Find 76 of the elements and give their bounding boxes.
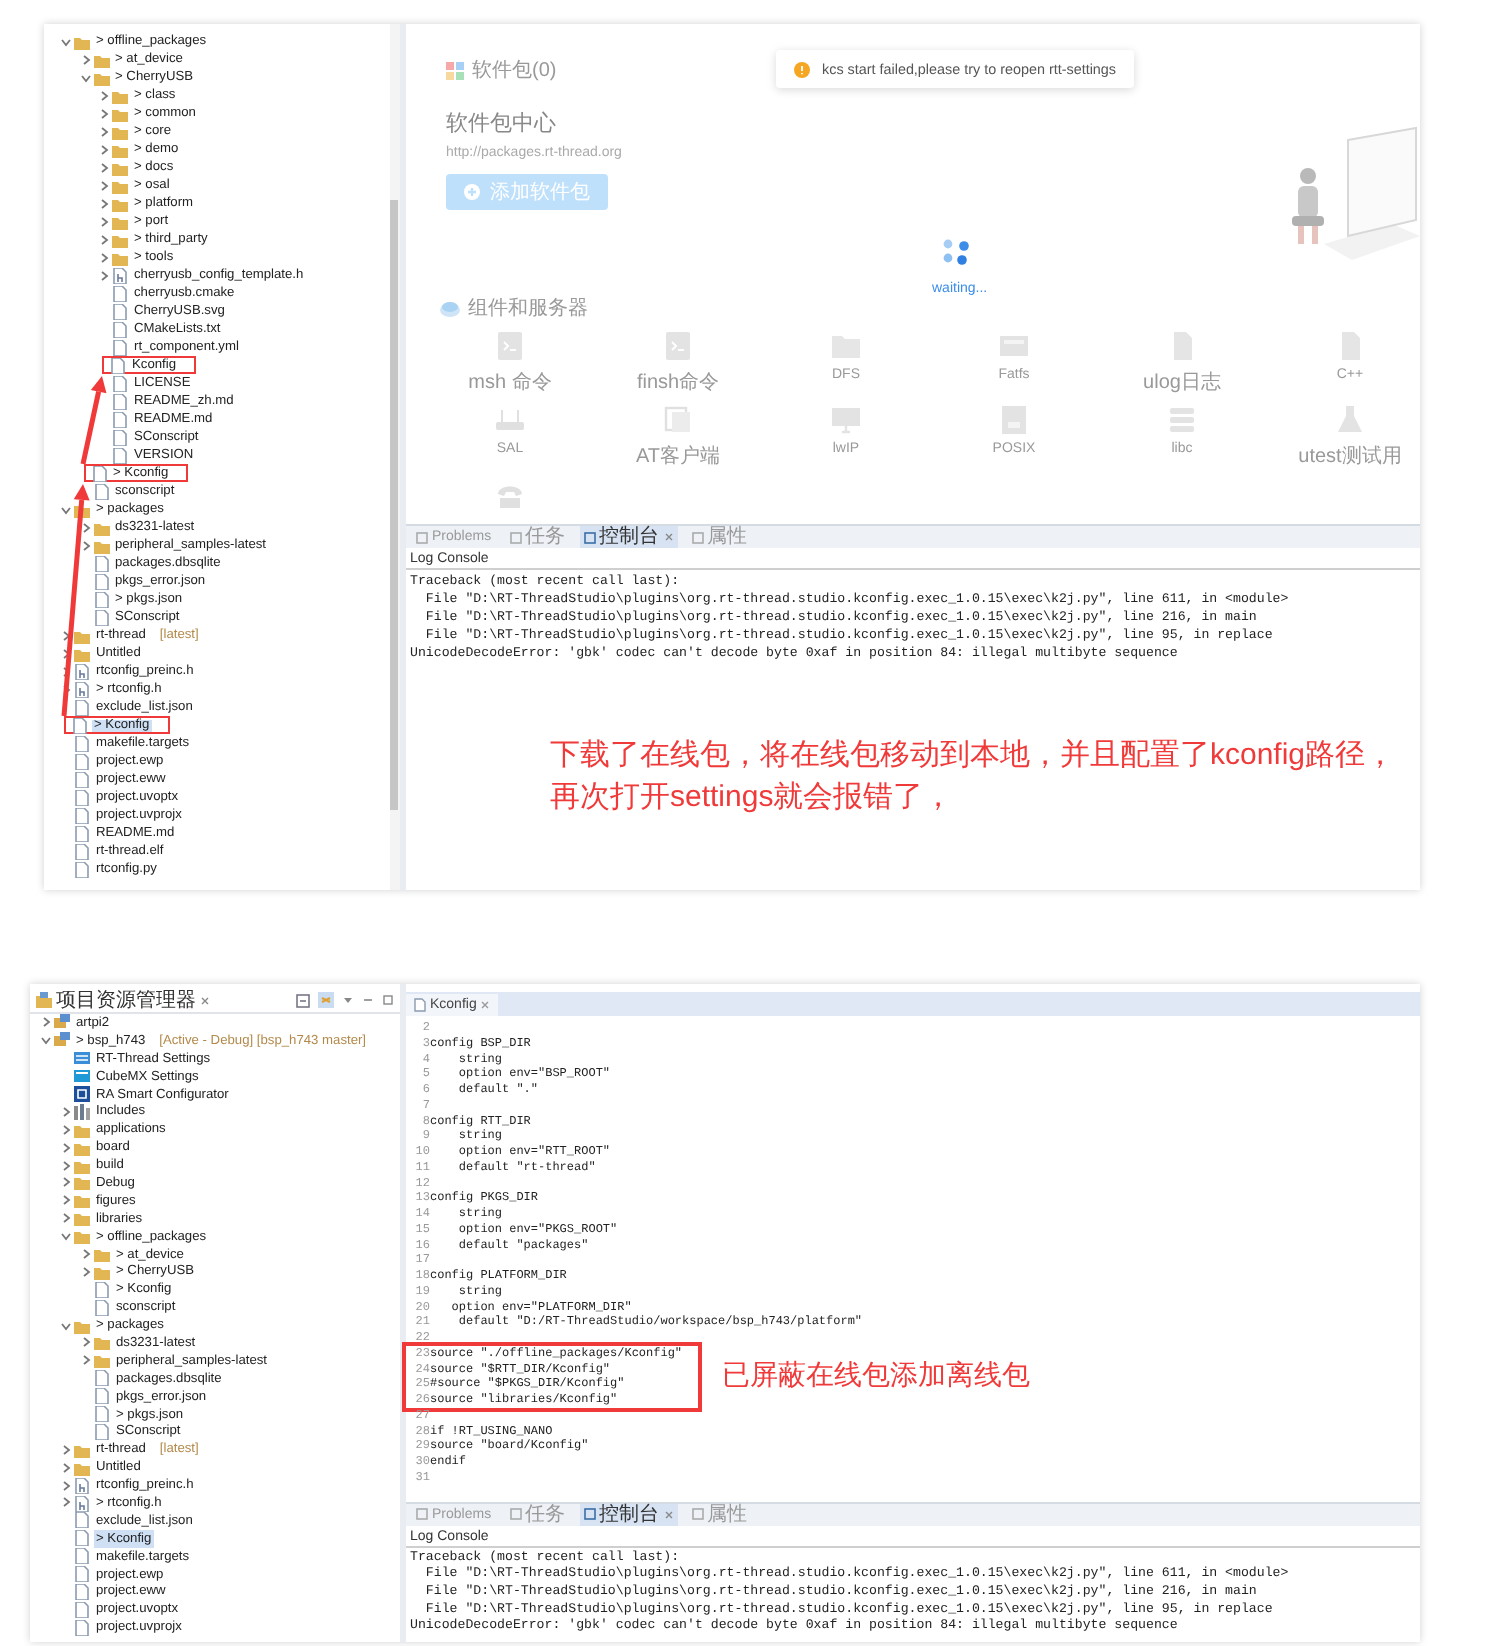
- cube-icon: [74, 1068, 90, 1085]
- panel-tab[interactable]: 控制台: [579, 526, 678, 548]
- page-title: 软件包中心: [446, 109, 558, 138]
- chevron-down-icon[interactable]: [40, 1034, 52, 1047]
- chevron-right-icon[interactable]: [98, 179, 110, 191]
- chevron-right-icon[interactable]: [60, 1496, 72, 1509]
- chevron-right-icon[interactable]: [60, 647, 72, 659]
- chevron-right-icon[interactable]: [80, 1354, 92, 1367]
- chevron-right-icon[interactable]: [79, 53, 91, 65]
- header-file-icon: [112, 267, 128, 283]
- chevron-right-icon[interactable]: [98, 161, 110, 173]
- tab-title: 软件包(0): [472, 58, 557, 84]
- layers-icon: [440, 299, 460, 317]
- close-icon[interactable]: [663, 1509, 674, 1519]
- chevron-right-icon[interactable]: [40, 1016, 52, 1029]
- chevron-right-icon[interactable]: [80, 1248, 92, 1261]
- chevron-right-icon[interactable]: [98, 197, 110, 209]
- chevron-right-icon[interactable]: [60, 629, 72, 641]
- chevron-down-icon[interactable]: [60, 503, 72, 515]
- chevron-down-icon[interactable]: [60, 1230, 72, 1243]
- chevron-right-icon[interactable]: [60, 1123, 72, 1136]
- chevron-right-icon[interactable]: [98, 107, 110, 119]
- chevron-right-icon[interactable]: [98, 125, 110, 137]
- settings-icon: [74, 1050, 90, 1067]
- annotation-text: 已屏蔽在线包添加离线包: [722, 1358, 1031, 1395]
- chevron-right-icon[interactable]: [98, 233, 110, 245]
- panel-icon: [691, 531, 704, 543]
- close-icon[interactable]: [663, 532, 674, 542]
- chevron-right-icon[interactable]: [79, 539, 91, 551]
- chevron-right-icon[interactable]: [79, 521, 91, 533]
- panel-icon: [691, 1508, 704, 1520]
- panel-tab[interactable]: 控制台: [579, 1503, 678, 1525]
- file-icon: [414, 998, 426, 1012]
- minimize-icon[interactable]: [362, 994, 374, 1006]
- chevron-right-icon[interactable]: [60, 1212, 72, 1225]
- configurator-icon: [74, 1086, 90, 1103]
- chevron-right-icon[interactable]: [60, 1461, 72, 1474]
- chevron-right-icon[interactable]: [98, 269, 110, 281]
- chevron-right-icon[interactable]: [60, 1194, 72, 1207]
- chevron-right-icon[interactable]: [60, 1105, 72, 1118]
- annotation-text: 再次打开settings就会报错了，: [550, 778, 956, 818]
- chevron-right-icon[interactable]: [60, 1159, 72, 1172]
- chevron-right-icon[interactable]: [60, 1176, 72, 1189]
- collapse-all-icon[interactable]: [296, 993, 310, 1007]
- panel-title[interactable]: 项目资源管理器: [56, 989, 196, 1011]
- close-icon[interactable]: [480, 1000, 491, 1010]
- grid-icon: [446, 61, 464, 79]
- chevron-right-icon[interactable]: [60, 1479, 72, 1492]
- explorer-icon: [36, 992, 52, 1008]
- scrollbar-thumb[interactable]: [390, 200, 398, 810]
- chevron-right-icon[interactable]: [98, 89, 110, 101]
- menu-icon[interactable]: [342, 994, 354, 1006]
- chevron-right-icon[interactable]: [98, 143, 110, 155]
- chevron-right-icon[interactable]: [98, 215, 110, 227]
- maximize-icon[interactable]: [382, 994, 394, 1006]
- chevron-right-icon[interactable]: [80, 1265, 92, 1278]
- close-icon[interactable]: [200, 995, 210, 1005]
- chevron-down-icon[interactable]: [79, 71, 91, 83]
- panel-icon: [509, 1508, 522, 1520]
- chevron-right-icon[interactable]: [80, 1336, 92, 1349]
- spinner-icon: [942, 238, 970, 266]
- panel-icon: [583, 1508, 596, 1520]
- chevron-right-icon[interactable]: [98, 251, 110, 263]
- panel-icon: [509, 531, 522, 543]
- chevron-down-icon[interactable]: [60, 35, 72, 47]
- panel-icon: [583, 531, 596, 543]
- panel-icon: [416, 531, 428, 543]
- plus-circle-icon: [464, 184, 480, 200]
- chevron-down-icon[interactable]: [60, 1319, 72, 1332]
- panel-icon: [416, 1508, 428, 1520]
- warning-icon: [794, 61, 810, 77]
- books-icon: [74, 1103, 90, 1120]
- chevron-right-icon[interactable]: [60, 1141, 72, 1154]
- annotation-text: 下载了在线包，将在线包移动到本地，并且配置了kconfig路径，: [550, 736, 1398, 776]
- section-title: 组件和服务器: [468, 295, 588, 322]
- chevron-right-icon[interactable]: [60, 1443, 72, 1456]
